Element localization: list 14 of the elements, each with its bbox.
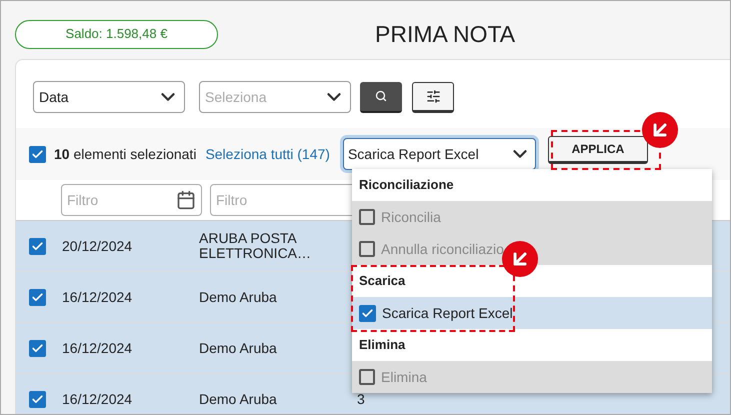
description-cell-text: Demo Aruba bbox=[199, 392, 278, 406]
selection-count: 10 elementi selezionati bbox=[54, 144, 196, 164]
description-cell-text: Demo Aruba bbox=[199, 340, 278, 356]
menu-group-header: Scarica bbox=[358, 272, 406, 290]
description-cell-text: ARUBA POSTA ELETTRONICA… bbox=[199, 231, 312, 261]
date-cell-text: 16/12/2024 bbox=[62, 390, 134, 408]
balance-badge: Saldo: 1.598,48 € bbox=[15, 20, 218, 48]
description-cell-text: Demo Aruba bbox=[199, 290, 278, 304]
date-cell-text: 16/12/2024 bbox=[62, 288, 134, 306]
table-cell-text: 3 bbox=[357, 390, 365, 409]
date-cell-text: 16/12/2024 bbox=[62, 338, 134, 358]
date-cell-text: 20/12/2024 bbox=[62, 236, 134, 256]
menu-group-header: Elimina bbox=[358, 336, 406, 354]
page-title: PRIMA NOTA bbox=[375, 20, 516, 49]
